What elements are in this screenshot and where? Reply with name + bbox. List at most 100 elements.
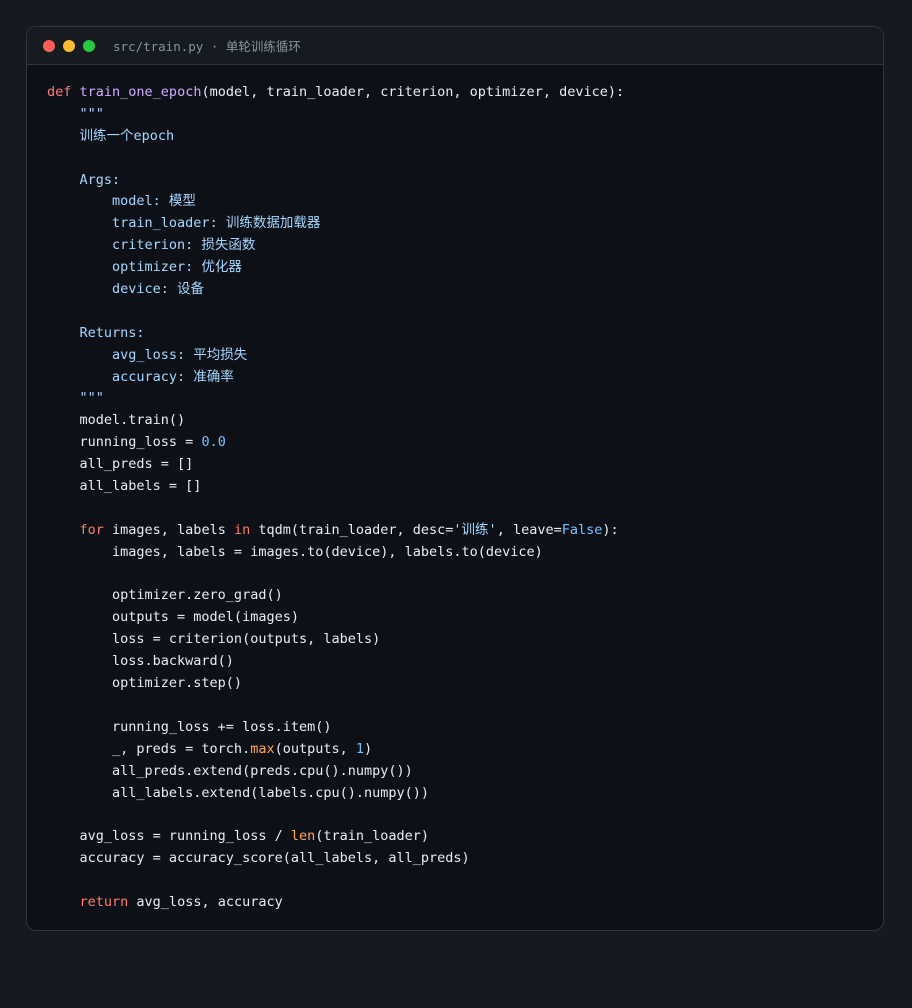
code-token: optimizer [47, 259, 186, 276]
minimize-window-button[interactable] [63, 39, 75, 52]
code-token: all_preds = [] [47, 456, 194, 473]
code-token: max [250, 740, 275, 757]
code-line: running_loss += loss.item() [47, 717, 624, 739]
code-line: all_preds = [] [47, 454, 624, 476]
code-token: outputs = model(images) [47, 609, 299, 626]
code-line: accuracy = accuracy_score(all_labels, al… [47, 848, 624, 870]
code-token: 训练一个epoch [47, 127, 175, 144]
code-token: avg_loss = running_loss / [47, 828, 291, 845]
code-token: all_labels.extend(labels.cpu().numpy()) [47, 784, 430, 801]
code-token: avg_loss, accuracy [128, 893, 283, 910]
code-token: : 设备 [160, 281, 205, 298]
code-token: : 训练数据加载器 [209, 215, 321, 232]
code-line: outputs = model(images) [47, 607, 624, 629]
code-token: all_labels = [] [47, 478, 202, 495]
code-line: all_labels = [] [47, 476, 624, 498]
code-line: running_loss = 0.0 [47, 432, 624, 454]
code-token: train_one_epoch [79, 84, 202, 100]
code-line: images, labels = images.to(device), labe… [47, 542, 624, 564]
code-token: optimizer.step() [47, 675, 243, 692]
traffic-lights [43, 39, 95, 52]
code-line: all_preds.extend(preds.cpu().numpy()) [47, 761, 624, 783]
code-token: for [79, 521, 104, 538]
code-line: all_labels.extend(labels.cpu().numpy()) [47, 783, 624, 805]
code-token: """ [47, 390, 104, 407]
code-token: : 准确率 [177, 368, 234, 385]
code-token: loss = criterion(outputs, labels) [47, 631, 381, 648]
code-line: def train_one_epoch(model, train_loader,… [47, 82, 624, 104]
code-token: """ [47, 105, 104, 122]
code-token: (outputs, [274, 740, 356, 757]
window-title: src/train.py · 单轮训练循环 [113, 39, 301, 54]
code-token: model [47, 193, 153, 210]
code-token: Args: [47, 171, 121, 188]
code-token: running_loss = [47, 434, 202, 451]
code-line: accuracy: 准确率 [47, 367, 624, 389]
code-token: _, preds = torch. [47, 740, 251, 757]
code-token: : 模型 [152, 193, 196, 210]
close-window-button[interactable] [43, 39, 55, 52]
code-line: loss = criterion(outputs, labels) [47, 629, 624, 651]
code-token: loss.backward() [47, 653, 234, 670]
code-line: optimizer: 优化器 [47, 257, 624, 279]
code-token: 1 [355, 740, 365, 757]
code-token: (model, train_loader, criterion, optimiz… [201, 84, 625, 100]
code-token: criterion [47, 237, 186, 254]
code-token: : 损失函数 [185, 237, 256, 254]
code-line: avg_loss = running_loss / len(train_load… [47, 826, 624, 848]
code-token: avg_loss [47, 346, 178, 363]
code-line: criterion: 损失函数 [47, 235, 624, 257]
code-token: '训练' [453, 521, 497, 538]
code-token: model.train() [47, 412, 186, 429]
code-token: images, labels [103, 521, 234, 538]
code-token: (train_loader) [315, 828, 430, 845]
code-block[interactable]: def train_one_epoch(model, train_loader,… [47, 82, 624, 914]
code-token: Returns: [47, 324, 145, 341]
code-token: optimizer.zero_grad() [47, 587, 283, 604]
code-token: images, labels = images.to(device), labe… [47, 543, 543, 560]
code-line: loss.backward() [47, 651, 624, 673]
code-line: """ [47, 104, 624, 126]
code-line: model: 模型 [47, 191, 624, 213]
code-token: ): [602, 521, 619, 538]
code-window: src/train.py · 单轮训练循环 def train_one_epoc… [26, 26, 884, 931]
code-token: all_preds.extend(preds.cpu().numpy()) [47, 762, 413, 779]
window-titlebar: src/train.py · 单轮训练循环 [27, 27, 883, 65]
code-line: 训练一个epoch [47, 126, 624, 148]
code-line: device: 设备 [47, 279, 624, 301]
code-token: in [233, 521, 251, 538]
code-line: Returns: [47, 323, 624, 345]
code-line: return avg_loss, accuracy [47, 892, 624, 914]
code-line: avg_loss: 平均损失 [47, 345, 624, 367]
code-token: tqdm(train_loader, desc= [250, 521, 454, 538]
code-token: len [290, 828, 316, 845]
code-line: optimizer.step() [47, 673, 624, 695]
code-line: Args: [47, 170, 624, 192]
code-token: 0.0 [201, 434, 226, 451]
code-token: return [79, 893, 129, 910]
code-token: train_loader [47, 215, 210, 232]
code-token: accuracy = accuracy_score(all_labels, al… [47, 850, 470, 867]
code-line: """ [47, 388, 624, 410]
code-line: train_loader: 训练数据加载器 [47, 213, 624, 235]
maximize-window-button[interactable] [83, 39, 95, 52]
code-token: ) [364, 740, 373, 757]
code-token: device [47, 281, 161, 298]
code-token: : 优化器 [185, 259, 242, 276]
code-token: accuracy [47, 368, 178, 385]
code-line: _, preds = torch.max(outputs, 1) [47, 739, 624, 761]
code-token: False [561, 521, 603, 538]
code-line: model.train() [47, 410, 624, 432]
code-line: for images, labels in tqdm(train_loader,… [47, 520, 624, 542]
code-token: : 平均损失 [177, 346, 248, 363]
code-token: def [47, 84, 72, 100]
